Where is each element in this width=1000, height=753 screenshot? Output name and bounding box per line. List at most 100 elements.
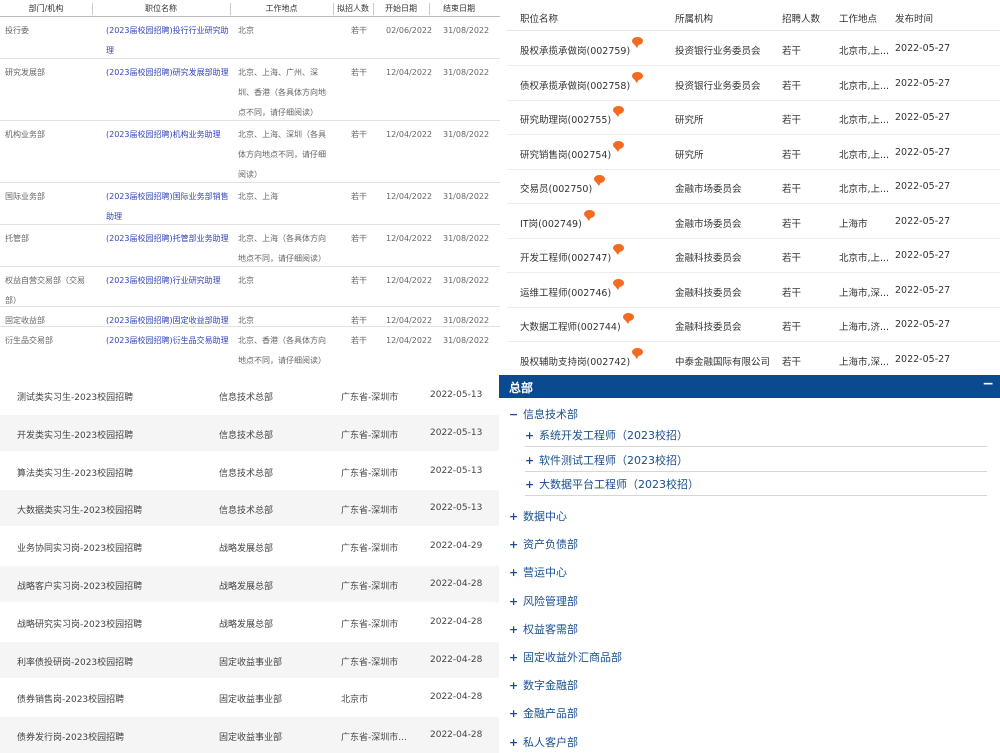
job-title-link[interactable]: 债权承揽承做岗(002758) (520, 71, 644, 92)
list-item[interactable]: 开发类实习生-2023校园招聘 信息技术总部 广东省-深圳市 2022-05-13 (0, 414, 500, 451)
tree-node-label: 私人客户部 (523, 735, 578, 749)
tree-node-collapsed[interactable]: + 私人客户部 (509, 734, 578, 750)
list-item[interactable]: 债券发行岗-2023校园招聘 固定收益事业部 广东省-深圳市... 2022-04-2… (0, 717, 500, 753)
table-row[interactable]: 大数据工程师(002744) 金融科技委员会 若干 上海市,济... 2022-05-2… (507, 307, 1000, 342)
table-row[interactable]: 股权辅助支持岗(002742) 中泰金融国际有限公司 若干 上海市,深... 2022-… (507, 342, 1000, 369)
tree-node-label: 金融产品部 (523, 707, 578, 721)
list-item[interactable]: 战略客户实习岗-2023校园招聘 战略发展总部 广东省-深圳市 2022-04-28 (0, 566, 500, 602)
location-cell: 北京、香港（各具体方向地点不同，请仔细阅读） (238, 336, 326, 365)
dept-cell: 国际业务部 (5, 192, 45, 201)
dept-cell: 固定收益事业部 (219, 657, 283, 668)
table-row[interactable]: 研究发展部 (2023届校园招聘)研究发展部助理 北京、上海、广州、深圳、香港（各具… (0, 58, 500, 121)
tree-child-item[interactable]: + 系统开发工程师（2023校招） (525, 427, 987, 447)
list-item[interactable]: 测试类实习生-2023校园招聘 信息技术总部 广东省-深圳市 2022-05-13 (0, 377, 500, 413)
list-item[interactable]: 大数据类实习生-2023校园招聘 信息技术总部 广东省-深圳市 2022-05-13 (0, 490, 500, 527)
table-row[interactable]: 衍生品交易部 (2023届校园招聘)衍生品交易助理 北京、香港（各具体方向地点不同，… (0, 326, 500, 368)
list-item[interactable]: 利率债投研岗-2023校园招聘 固定收益事业部 广东省-深圳市 2022-04-28 (0, 641, 500, 678)
location-cell: 北京、上海、广州、深圳、香港（各具体方向地点不同，请仔细阅读） (238, 68, 326, 117)
job-title-link[interactable]: 开发类实习生-2023校园招聘 (17, 428, 133, 441)
tree-child-label: 大数据平台工程师（2023校招） (539, 478, 699, 491)
location-cell: 广东省-深圳市 (341, 468, 399, 479)
job-title-link[interactable]: (2023届校园招聘)研究发展部助理 (106, 63, 231, 83)
job-title-link[interactable]: 债券发行岗-2023校园招聘 (17, 730, 124, 743)
job-title-link[interactable]: 开发工程师(002747) (520, 244, 625, 264)
list-item[interactable]: 业务协同实习岗-2023校园招聘 战略发展总部 广东省-深圳市 2022-04-29 (0, 528, 500, 564)
dept-cell: 信息技术总部 (219, 506, 274, 517)
job-title-link[interactable]: 测试类实习生-2023校园招聘 (17, 390, 133, 403)
job-title-link[interactable]: 利率债投研岗-2023校园招聘 (17, 655, 133, 668)
tree-child-label: 系统开发工程师（2023校招） (539, 429, 688, 442)
job-title-link[interactable]: 业务协同实习岗-2023校园招聘 (17, 541, 142, 554)
job-title-text: 股权承揽承做岗(002759) (520, 46, 631, 57)
job-title-link[interactable]: (2023届校园招聘)国际业务部销售助理 (106, 187, 231, 227)
table-row[interactable]: 研究助理岗(002755) 研究所 若干 北京市,上... 2022-05-27 (507, 100, 1000, 135)
table-row[interactable]: 投行委 (2023届校园招聘)投行行业研究助理 北京 若干 02/06/2022 31/0… (0, 16, 500, 59)
table-row[interactable]: 机构业务部 (2023届校园招聘)机构业务助理 北京、上海、深圳（各具体方向地点不同… (0, 120, 500, 183)
list-item[interactable]: 算法类实习生-2023校园招聘 信息技术总部 广东省-深圳市 2022-05-13 (0, 453, 500, 489)
comment-bubble-icon (613, 244, 625, 255)
location-cell: 广东省-深圳市 (341, 582, 399, 592)
tree-node-collapsed[interactable]: + 风险管理部 (509, 593, 578, 609)
table-row[interactable]: IT岗(002749) 金融市场委员会 若干 上海市 2022-05-27 (507, 204, 1000, 239)
table-row[interactable]: 托管部 (2023届校园招聘)托管部业务助理 北京、上海（各具体方向地点不同，请仔细… (0, 224, 500, 267)
location-cell: 北京市 (341, 695, 369, 706)
tree-child-item[interactable]: + 大数据平台工程师（2023校招） (525, 476, 987, 496)
table-row[interactable]: 交易员(002750) 金融市场委员会 若干 北京市,上... 2022-05-27 (507, 169, 1000, 204)
table-row[interactable]: 股权承揽承做岗(002759) 投资银行业务委员会 若干 北京市,上... 2022-0… (507, 31, 1000, 66)
job-title-link[interactable]: 运维工程师(002746) (520, 278, 625, 299)
tree-node-collapsed[interactable]: + 营运中心 (509, 564, 567, 580)
job-title-link[interactable]: 研究销售岗(002754) (520, 140, 625, 161)
tree-node-collapsed[interactable]: + 数据中心 (509, 508, 567, 524)
org-cell: 金融科技委员会 (675, 287, 742, 299)
job-title-link[interactable]: IT岗(002749) (520, 209, 595, 230)
job-title-link[interactable]: 债券销售岗-2023校园招聘 (17, 692, 124, 705)
job-title-text: 大数据工程师(002744) (520, 322, 621, 333)
job-title-link[interactable]: 战略客户实习岗-2023校园招聘 (17, 579, 142, 592)
table-row[interactable]: 权益自营交易部（交易部） (2023届校园招聘)行业研究助理 北京 若干 12/04/2… (0, 266, 500, 307)
collapse-icon[interactable]: − (982, 376, 994, 392)
tree-node-collapsed[interactable]: + 数字金融部 (509, 677, 578, 693)
job-title-link[interactable]: 大数据类实习生-2023校园招聘 (17, 503, 142, 516)
table-row[interactable]: 运维工程师(002746) 金融科技委员会 若干 上海市,深... 2022-05-27 (507, 273, 1000, 308)
location-cell: 上海市,济... (839, 322, 890, 333)
table-row[interactable]: 债权承揽承做岗(002758) 投资银行业务委员会 若干 北京市,上... 2022-0… (507, 66, 1000, 101)
date-cell: 2022-05-27 (895, 250, 951, 261)
table-row[interactable]: 固定收益部 (2023届校园招聘)固定收益部助理 北京 若干 12/04/2022 31/… (0, 306, 500, 327)
dept-cell: 研究发展部 (5, 68, 45, 77)
date-cell: 2022-05-27 (895, 77, 951, 89)
tree-node-collapsed[interactable]: + 权益客需部 (509, 621, 578, 637)
tree-header-bar[interactable]: 总部 − (499, 375, 1000, 398)
tree-node-label: 营运中心 (523, 566, 567, 580)
job-title-link[interactable]: 研究助理岗(002755) (520, 106, 625, 126)
count-cell: 若干 (782, 287, 802, 299)
job-title-link[interactable]: (2023届校园招聘)托管部业务助理 (106, 229, 231, 249)
plus-icon: + (509, 679, 519, 693)
list-item[interactable]: 战略研究实习岗-2023校园招聘 战略发展总部 广东省-深圳市 2022-04-28 (0, 604, 500, 640)
tree-node-collapsed[interactable]: + 金融产品部 (509, 705, 578, 721)
tree-node-expanded[interactable]: − 信息技术部 (509, 406, 578, 422)
table-row[interactable]: 国际业务部 (2023届校园招聘)国际业务部销售助理 北京、上海 若干 12/04/20… (0, 182, 500, 225)
job-title-link[interactable]: 股权承揽承做岗(002759) (520, 37, 644, 57)
job-title-link[interactable]: (2023届校园招聘)投行行业研究助理 (106, 21, 231, 61)
table-row[interactable]: 开发工程师(002747) 金融科技委员会 若干 北京市,上... 2022-05-27 (507, 238, 1000, 273)
list-item[interactable]: 债券销售岗-2023校园招聘 固定收益事业部 北京市 2022-04-28 (0, 679, 500, 715)
job-title-link[interactable]: 交易员(002750) (520, 175, 606, 195)
table-a-header: 部门/机构 职位名称 工作地点 拟招人数 开始日期 结束日期 (0, 0, 500, 17)
date-cell: 2022-04-28 (430, 692, 483, 703)
tree-node-label: 资产负债部 (523, 538, 578, 552)
end-date-cell: 31/08/2022 (443, 276, 490, 285)
tree-child-item[interactable]: + 软件测试工程师（2023校招） (525, 452, 987, 472)
job-title-link[interactable]: 大数据工程师(002744) (520, 313, 634, 333)
table-row[interactable]: 研究销售岗(002754) 研究所 若干 北京市,上... 2022-05-27 (507, 135, 1000, 170)
job-title-link[interactable]: 算法类实习生-2023校园招聘 (17, 466, 133, 479)
count-cell: 若干 (351, 234, 367, 243)
job-title-link[interactable]: (2023届校园招聘)行业研究助理 (106, 271, 231, 291)
comment-bubble-icon (622, 313, 634, 324)
job-title-link[interactable]: (2023届校园招聘)衍生品交易助理 (106, 331, 231, 351)
start-date-cell: 12/04/2022 (386, 276, 433, 285)
job-title-link[interactable]: 股权辅助支持岗(002742) (520, 347, 644, 368)
tree-node-collapsed[interactable]: + 资产负债部 (509, 536, 578, 552)
tree-node-collapsed[interactable]: + 固定收益外汇商品部 (509, 649, 622, 665)
job-title-link[interactable]: (2023届校园招聘)机构业务助理 (106, 125, 231, 145)
job-title-link[interactable]: 战略研究实习岗-2023校园招聘 (17, 617, 142, 630)
